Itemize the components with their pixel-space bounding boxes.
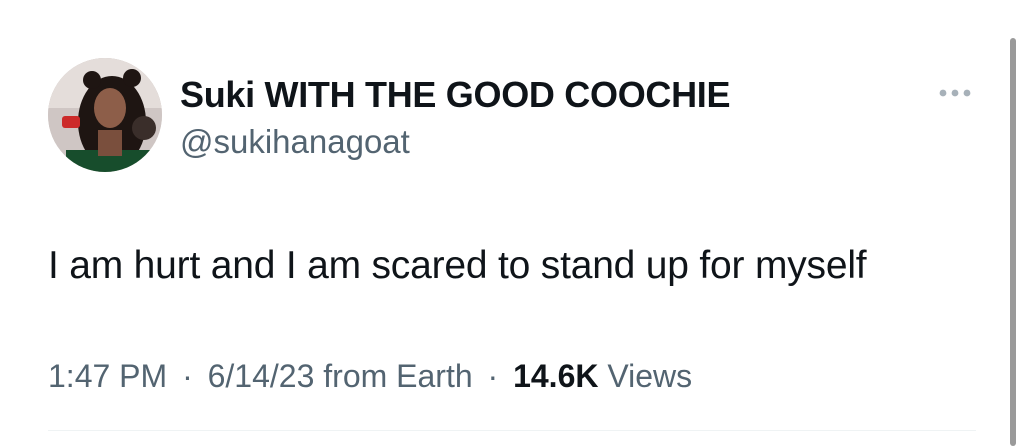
avatar-image bbox=[48, 58, 162, 172]
meta-separator: · bbox=[487, 358, 499, 394]
views-count[interactable]: 14.6K bbox=[513, 358, 598, 394]
tweet-meta: 1:47 PM · 6/14/23 from Earth · 14.6K Vie… bbox=[48, 358, 692, 395]
tweet-text: I am hurt and I am scared to stand up fo… bbox=[48, 244, 867, 287]
tweet-card: Suki WITH THE GOOD COOCHIE @sukihanagoat… bbox=[0, 0, 1024, 446]
author-handle[interactable]: @sukihanagoat bbox=[180, 123, 410, 161]
author-display-name[interactable]: Suki WITH THE GOOD COOCHIE bbox=[180, 74, 731, 116]
divider bbox=[48, 430, 976, 431]
more-options-icon[interactable] bbox=[934, 80, 976, 106]
author-avatar[interactable] bbox=[48, 58, 162, 172]
tweet-date[interactable]: 6/14/23 bbox=[208, 358, 315, 394]
scrollbar[interactable] bbox=[1010, 38, 1016, 446]
meta-separator: · bbox=[182, 358, 193, 394]
views-label[interactable]: Views bbox=[607, 358, 692, 394]
tweet-source: from Earth bbox=[323, 358, 473, 394]
tweet-time[interactable]: 1:47 PM bbox=[48, 358, 167, 394]
